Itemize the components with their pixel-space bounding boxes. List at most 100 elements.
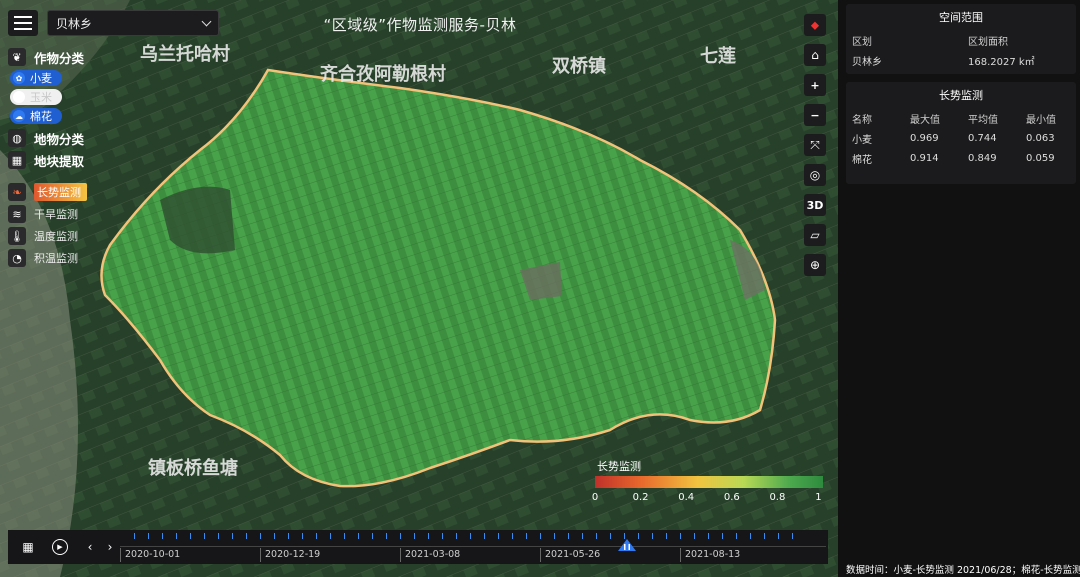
home-icon[interactable]: ⌂ bbox=[804, 44, 826, 66]
toggle-wheat[interactable]: ✿ 小麦 bbox=[10, 70, 62, 86]
table-row: 小麦 0.969 0.744 0.063 bbox=[846, 128, 1076, 148]
cell: 小麦 bbox=[852, 134, 872, 146]
timeline-tick bbox=[288, 533, 289, 539]
right-sidebar: 空间范围 区划 区划面积 贝林乡 168.2027 k㎡ 长势监测 名称 最大值… bbox=[838, 0, 1080, 577]
timeline-tick bbox=[274, 533, 275, 539]
timeline-date: 2021-08-13 bbox=[680, 548, 740, 562]
chevron-down-icon bbox=[201, 16, 212, 26]
timeline-tick bbox=[722, 533, 723, 539]
toggle-cotton[interactable]: ☁ 棉花 bbox=[10, 108, 62, 124]
3d-icon[interactable]: 3D bbox=[804, 194, 826, 216]
timeline-tick bbox=[358, 533, 359, 539]
cotton-icon: ☁ bbox=[13, 110, 25, 122]
timeline-tick bbox=[330, 533, 331, 539]
timeline-tick bbox=[540, 533, 541, 539]
heat-icon: ≋ bbox=[8, 205, 26, 223]
map-label-pond: 镇板桥鱼塘 bbox=[148, 457, 238, 479]
nav-temperature-monitor[interactable]: 🌡 温度监测 bbox=[8, 225, 87, 247]
region-select[interactable]: 贝林乡 bbox=[47, 10, 219, 36]
table-row: 棉花 0.914 0.849 0.059 bbox=[846, 148, 1076, 168]
sprout-icon: ❧ bbox=[8, 183, 26, 201]
timeline-tick bbox=[498, 533, 499, 539]
timeline-tick bbox=[778, 533, 779, 539]
cell: 0.849 bbox=[968, 152, 997, 164]
left-panel: ❦ 作物分类 ✿ 小麦 玉米 ☁ 棉花 ◍ 地物分类 ▦ 地块提取 ❧ 长势监测… bbox=[8, 46, 87, 269]
timeline-tick bbox=[176, 533, 177, 539]
cell: 0.063 bbox=[1026, 132, 1055, 144]
legend-title: 长势监测 bbox=[597, 460, 641, 473]
cell: 0.744 bbox=[968, 132, 997, 144]
gauge-icon: ◔ bbox=[8, 249, 26, 267]
next-icon[interactable]: › bbox=[100, 537, 120, 557]
timeline-tick bbox=[526, 533, 527, 539]
timeline-tick bbox=[582, 533, 583, 539]
growth-card: 长势监测 名称 最大值 平均值 最小值 小麦 0.969 0.744 0.063… bbox=[846, 82, 1076, 184]
timeline-tick bbox=[372, 533, 373, 539]
map-label-town: 双桥镇 bbox=[552, 55, 606, 77]
timeline-tick bbox=[260, 533, 261, 539]
leaf-icon: ❦ bbox=[8, 48, 26, 66]
compass-icon[interactable]: ⬥ bbox=[804, 14, 826, 36]
timeline-tick bbox=[554, 533, 555, 539]
timeline-tick bbox=[414, 533, 415, 539]
legend-tick: 0 bbox=[591, 492, 599, 503]
timeline-tick bbox=[792, 533, 793, 539]
timeline-tick bbox=[708, 533, 709, 539]
nav-land-class[interactable]: ◍ 地物分类 bbox=[8, 127, 87, 149]
toggle-knob bbox=[13, 91, 25, 103]
grid-icon: ▦ bbox=[8, 151, 26, 169]
nav-crop-class[interactable]: ❦ 作物分类 bbox=[8, 46, 87, 68]
timeline-handle[interactable] bbox=[618, 539, 636, 551]
zoom-out-icon[interactable]: − bbox=[804, 104, 826, 126]
timeline-tick bbox=[456, 533, 457, 539]
map-label-qilian: 七莲 bbox=[700, 46, 736, 67]
map-label-village-1: 乌兰托哈村 bbox=[140, 43, 230, 65]
cell: 0.914 bbox=[910, 152, 939, 164]
toggle-corn[interactable]: 玉米 bbox=[10, 89, 62, 105]
timeline: ▦ ▶ ‹ › 2020-10-01 2020-12-19 2021-03-08… bbox=[8, 530, 828, 564]
timeline-tick bbox=[652, 533, 653, 539]
locate-icon[interactable]: ⊕ bbox=[804, 254, 826, 276]
nav-drought-monitor[interactable]: ≋ 干旱监测 bbox=[8, 203, 87, 225]
data-time-footer: 数据时间：小麦-长势监测 2021/06/28；棉花-长势监测 bbox=[846, 565, 1080, 576]
cell: 168.2027 k㎡ bbox=[968, 56, 1035, 68]
timeline-tick bbox=[246, 533, 247, 539]
col-header: 最大值 bbox=[910, 114, 940, 126]
col-header: 名称 bbox=[852, 114, 872, 126]
ruler-icon[interactable]: ▱ bbox=[804, 224, 826, 246]
page-title: “区域级”作物监测服务-贝林 bbox=[323, 16, 517, 34]
timeline-tick bbox=[750, 533, 751, 539]
table-row: 贝林乡 168.2027 k㎡ bbox=[846, 50, 1076, 70]
timeline-tick bbox=[442, 533, 443, 539]
nav-accumulated-temp-monitor[interactable]: ◔ 积温监测 bbox=[8, 247, 87, 269]
spatial-card: 空间范围 区划 区划面积 贝林乡 168.2027 k㎡ bbox=[846, 4, 1076, 74]
zoom-in-icon[interactable]: + bbox=[804, 74, 826, 96]
wheat-icon: ✿ bbox=[13, 72, 25, 84]
timeline-tick bbox=[316, 533, 317, 539]
timeline-tick bbox=[680, 533, 681, 539]
timeline-tick bbox=[302, 533, 303, 539]
map-toolbar: ⬥ ⌂ + − ⤧ ◎ 3D ▱ ⊕ bbox=[804, 14, 826, 284]
timeline-track[interactable]: 2020-10-01 2020-12-19 2021-03-08 2021-05… bbox=[120, 530, 826, 564]
timeline-tick bbox=[638, 533, 639, 539]
spatial-card-title: 空间范围 bbox=[939, 11, 983, 24]
timeline-tick bbox=[610, 533, 611, 539]
timeline-tick bbox=[190, 533, 191, 539]
play-icon[interactable]: ▶ bbox=[52, 539, 68, 555]
eye-off-icon[interactable]: ◎ bbox=[804, 164, 826, 186]
calendar-icon[interactable]: ▦ bbox=[18, 537, 38, 557]
legend-tick: 0.8 bbox=[769, 492, 786, 503]
timeline-tick bbox=[694, 533, 695, 539]
cell: 棉花 bbox=[852, 154, 872, 166]
nav-growth-monitor[interactable]: ❧ 长势监测 bbox=[8, 181, 87, 203]
prev-icon[interactable]: ‹ bbox=[80, 537, 100, 557]
timeline-tick bbox=[218, 533, 219, 539]
map-label-village-2: 齐合孜阿勒根村 bbox=[320, 63, 446, 85]
timeline-tick bbox=[162, 533, 163, 539]
nav-parcel-extract[interactable]: ▦ 地块提取 bbox=[8, 149, 87, 171]
menu-icon[interactable] bbox=[8, 10, 38, 36]
legend-tick: 0.6 bbox=[723, 492, 740, 503]
fullscreen-icon[interactable]: ⤧ bbox=[804, 134, 826, 156]
timeline-tick bbox=[512, 533, 513, 539]
col-header: 最小值 bbox=[1026, 114, 1056, 126]
